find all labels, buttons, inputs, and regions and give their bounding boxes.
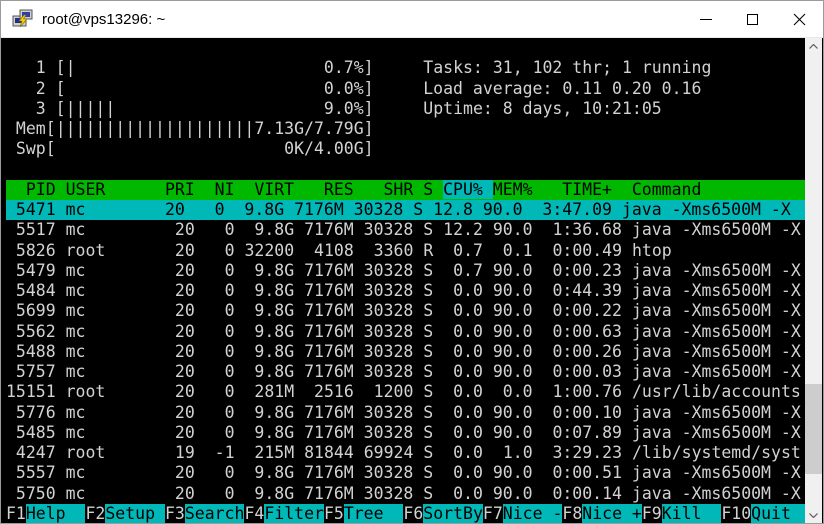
process-row-5757[interactable]: 5757 mc 20 0 9.8G 7176M 30328 S 0.0 90.0… xyxy=(6,362,807,382)
fkey-nice-plus[interactable]: Nice + xyxy=(582,504,642,523)
fkey-f1-key[interactable]: F1 xyxy=(6,504,26,523)
process-row-5699[interactable]: 5699 mc 20 0 9.8G 7176M 30328 S 0.0 90.0… xyxy=(6,301,807,321)
process-row-5776[interactable]: 5776 mc 20 0 9.8G 7176M 30328 S 0.0 90.0… xyxy=(6,403,807,423)
chevron-down-icon xyxy=(809,513,818,518)
fkey-kill[interactable]: Kill xyxy=(662,504,722,523)
putty-window: root@vps13296: ~ 1 [| 0.7%] Tasks: 31, 1… xyxy=(0,0,824,524)
putty-icon[interactable] xyxy=(12,8,34,30)
fkey-f4-key[interactable]: F4 xyxy=(244,504,264,523)
minimize-button[interactable] xyxy=(682,1,729,37)
fkey-f7-key[interactable]: F7 xyxy=(483,504,503,523)
fkey-f5-key[interactable]: F5 xyxy=(324,504,344,523)
fkey-setup[interactable]: Setup xyxy=(105,504,165,523)
fkey-help[interactable]: Help xyxy=(26,504,86,523)
fkey-tree[interactable]: Tree xyxy=(344,504,404,523)
process-row-5557[interactable]: 5557 mc 20 0 9.8G 7176M 30328 S 0.0 90.0… xyxy=(6,463,807,483)
swp-meter: Swp[ 0K/4.00G] xyxy=(6,139,807,159)
fkey-quit[interactable]: Quit xyxy=(751,504,807,523)
fkey-f3-key[interactable]: F3 xyxy=(165,504,185,523)
process-row-5826[interactable]: 5826 root 20 0 32200 4108 3360 R 0.7 0.1… xyxy=(6,241,807,261)
maximize-button[interactable] xyxy=(729,1,776,37)
fkey-f9-key[interactable]: F9 xyxy=(642,504,662,523)
process-row-5479[interactable]: 5479 mc 20 0 9.8G 7176M 30328 S 0.7 90.0… xyxy=(6,261,807,281)
blank-line-mid xyxy=(6,160,807,180)
close-icon xyxy=(793,13,806,26)
chevron-up-icon xyxy=(809,44,818,49)
fkey-f8-key[interactable]: F8 xyxy=(562,504,582,523)
scrollbar-thumb[interactable] xyxy=(805,384,822,474)
process-row-5517[interactable]: 5517 mc 20 0 9.8G 7176M 30328 S 12.2 90.… xyxy=(6,220,807,240)
scrollbar-up-button[interactable] xyxy=(805,38,822,55)
cpu2-meter-and-load: 2 [ 0.0%] Load average: 0.11 0.20 0.16 xyxy=(6,79,807,99)
mem-meter: Mem[||||||||||||||||||||7.13G/7.79G] xyxy=(6,119,807,139)
process-row-4247[interactable]: 4247 root 19 -1 215M 81844 69924 S 0.0 1… xyxy=(6,443,807,463)
fkey-f2-key[interactable]: F2 xyxy=(85,504,105,523)
fkey-filter[interactable]: Filter xyxy=(264,504,324,523)
minimize-icon xyxy=(700,19,712,20)
window-controls xyxy=(682,1,823,37)
window-title: root@vps13296: ~ xyxy=(42,11,165,28)
close-button[interactable] xyxy=(776,1,823,37)
cpu1-meter-and-tasks: 1 [| 0.7%] Tasks: 31, 102 thr; 1 running xyxy=(6,58,807,78)
fkey-sortby[interactable]: SortBy xyxy=(423,504,483,523)
cpu3-meter-and-uptime: 3 [||||| 9.0%] Uptime: 8 days, 10:21:05 xyxy=(6,99,807,119)
function-key-bar[interactable]: F1Help F2Setup F3SearchF4FilterF5Tree F6… xyxy=(6,504,807,524)
process-row-5471[interactable]: 5471 mc 20 0 9.8G 7176M 30328 S 12.8 90.… xyxy=(6,200,807,220)
fkey-f6-key[interactable]: F6 xyxy=(403,504,423,523)
fkey-f10-key[interactable]: F10 xyxy=(721,504,751,523)
blank-line-top xyxy=(6,38,807,58)
terminal: 1 [| 0.7%] Tasks: 31, 102 thr; 1 running… xyxy=(2,38,807,524)
process-row-5485[interactable]: 5485 mc 20 0 9.8G 7176M 30328 S 0.0 90.0… xyxy=(6,423,807,443)
process-row-5562[interactable]: 5562 mc 20 0 9.8G 7176M 30328 S 0.0 90.0… xyxy=(6,322,807,342)
process-row-5488[interactable]: 5488 mc 20 0 9.8G 7176M 30328 S 0.0 90.0… xyxy=(6,342,807,362)
title-bar[interactable]: root@vps13296: ~ xyxy=(1,1,823,38)
scrollbar-down-button[interactable] xyxy=(805,507,822,524)
fkey-nice-minus[interactable]: Nice - xyxy=(503,504,563,523)
table-header-row[interactable]: PID USER PRI NI VIRT RES SHR S CPU% MEM%… xyxy=(6,180,807,200)
process-row-15151[interactable]: 15151 root 20 0 281M 2516 1200 S 0.0 0.0… xyxy=(6,382,807,402)
scrollbar[interactable] xyxy=(805,38,822,524)
process-row-5750[interactable]: 5750 mc 20 0 9.8G 7176M 30328 S 0.0 90.0… xyxy=(6,484,807,504)
process-row-5484[interactable]: 5484 mc 20 0 9.8G 7176M 30328 S 0.0 90.0… xyxy=(6,281,807,301)
fkey-search[interactable]: Search xyxy=(185,504,245,523)
maximize-icon xyxy=(747,14,758,25)
